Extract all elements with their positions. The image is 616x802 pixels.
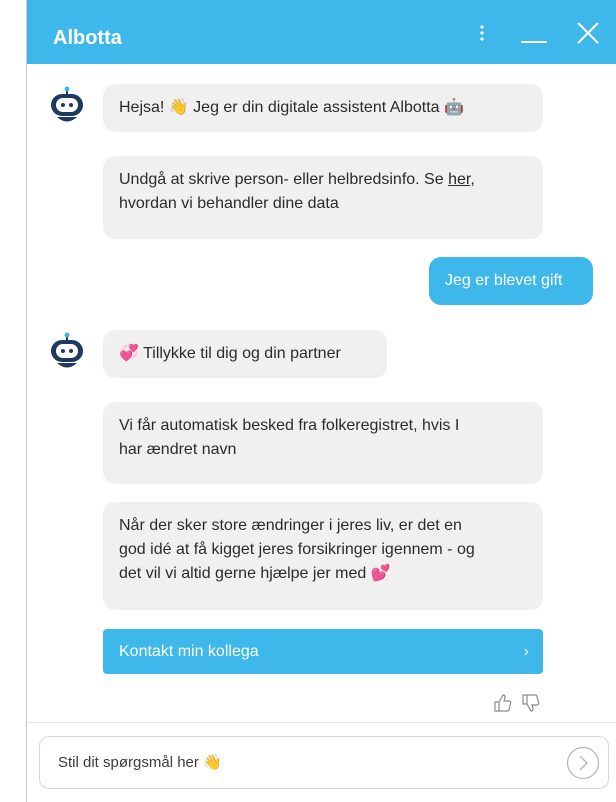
bot-message-text: Vi får automatisk besked fra folkeregist… [119,417,460,434]
message-list: Hejsa! 👋 Jeg er din digitale assistent A… [27,64,616,722]
bot-message: Hejsa! 👋 Jeg er din digitale assistent A… [103,84,543,132]
thumbs-down-icon[interactable] [521,693,541,713]
chat-title: Albotta [53,27,122,49]
bot-message-text: , [470,171,475,188]
user-message-text: Jeg er blevet gift [445,272,563,289]
bot-message-text: Undgå at skrive person- eller helbredsin… [119,171,449,188]
message-input[interactable]: Stil dit spørgsmål her 👋 [58,737,222,788]
kebab-menu-icon[interactable] [467,18,497,48]
bot-message: Undgå at skrive person- eller helbredsin… [103,156,543,239]
bot-message-text: har ændret navn [119,441,237,458]
close-icon[interactable] [573,18,603,48]
thumbs-up-icon[interactable] [493,693,513,713]
bot-message-text: det vil vi altid gerne hjælpe jer med 💕 [119,565,391,582]
bot-message-text: god idé at få kigget jeres forsikringer … [119,541,475,558]
contact-colleague-button[interactable]: Kontakt min kollega › [103,629,543,674]
privacy-link[interactable]: her [448,171,470,188]
chat-window: Albotta Hejsa! 👋 Jeg er din digitale ass… [26,0,616,802]
bot-message-text: Hejsa! 👋 Jeg er din digitale assistent A… [119,99,464,116]
chevron-right-icon: › [523,643,529,660]
bot-message-text: hvordan vi behandler dine data [119,195,339,212]
bot-message: 💞 Tillykke til dig og din partner [103,330,387,378]
bot-message-text: 💞 Tillykke til dig og din partner [119,345,341,362]
bot-message: Vi får automatisk besked fra folkeregist… [103,402,543,484]
composer-divider [27,722,616,723]
minimize-icon[interactable] [519,18,549,48]
bot-avatar-icon [51,332,83,368]
bot-message: Når der sker store ændringer i jeres liv… [103,502,543,610]
chat-header: Albotta [27,0,616,64]
contact-colleague-label: Kontakt min kollega [119,643,259,660]
send-arrow-icon[interactable] [566,746,600,780]
bot-avatar-icon [51,86,83,122]
message-composer: Stil dit spørgsmål her 👋 [39,736,609,789]
user-message: Jeg er blevet gift [429,257,593,305]
bot-message-text: Når der sker store ændringer i jeres liv… [119,517,462,534]
